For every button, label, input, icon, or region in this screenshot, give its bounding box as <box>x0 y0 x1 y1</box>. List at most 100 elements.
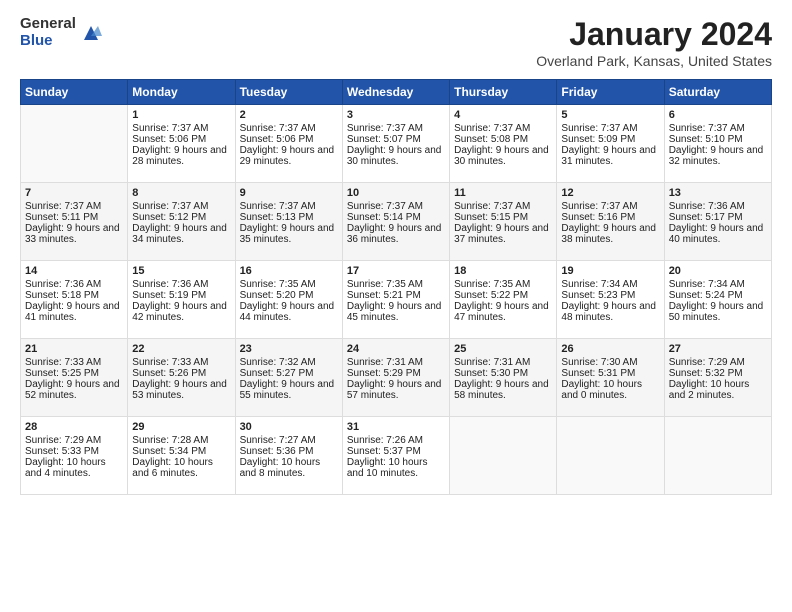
calendar-cell: 11Sunrise: 7:37 AMSunset: 5:15 PMDayligh… <box>450 183 557 261</box>
daylight: Daylight: 9 hours and 55 minutes. <box>240 379 335 401</box>
daylight: Daylight: 9 hours and 57 minutes. <box>347 379 442 401</box>
calendar-cell: 27Sunrise: 7:29 AMSunset: 5:32 PMDayligh… <box>664 339 771 417</box>
sunset: Sunset: 5:06 PM <box>240 134 314 145</box>
calendar-cell: 31Sunrise: 7:26 AMSunset: 5:37 PMDayligh… <box>342 417 449 495</box>
sunset: Sunset: 5:13 PM <box>240 212 314 223</box>
day-number: 8 <box>132 187 230 199</box>
calendar-cell: 22Sunrise: 7:33 AMSunset: 5:26 PMDayligh… <box>128 339 235 417</box>
sunrise: Sunrise: 7:36 AM <box>132 279 208 290</box>
header-day-friday: Friday <box>557 80 664 105</box>
sunrise: Sunrise: 7:29 AM <box>669 357 745 368</box>
sunset: Sunset: 5:20 PM <box>240 290 314 301</box>
sunrise: Sunrise: 7:35 AM <box>454 279 530 290</box>
sunrise: Sunrise: 7:34 AM <box>561 279 637 290</box>
calendar-header: SundayMondayTuesdayWednesdayThursdayFrid… <box>21 80 772 105</box>
day-number: 15 <box>132 265 230 277</box>
calendar-cell <box>450 417 557 495</box>
week-row-1: 1Sunrise: 7:37 AMSunset: 5:06 PMDaylight… <box>21 105 772 183</box>
header-day-saturday: Saturday <box>664 80 771 105</box>
daylight: Daylight: 9 hours and 33 minutes. <box>25 223 120 245</box>
daylight: Daylight: 9 hours and 47 minutes. <box>454 301 549 323</box>
sunset: Sunset: 5:23 PM <box>561 290 635 301</box>
sunset: Sunset: 5:27 PM <box>240 368 314 379</box>
sunrise: Sunrise: 7:37 AM <box>561 123 637 134</box>
daylight: Daylight: 9 hours and 40 minutes. <box>669 223 764 245</box>
header-day-thursday: Thursday <box>450 80 557 105</box>
sunrise: Sunrise: 7:36 AM <box>25 279 101 290</box>
header-day-wednesday: Wednesday <box>342 80 449 105</box>
calendar-cell: 4Sunrise: 7:37 AMSunset: 5:08 PMDaylight… <box>450 105 557 183</box>
daylight: Daylight: 9 hours and 35 minutes. <box>240 223 335 245</box>
sunset: Sunset: 5:22 PM <box>454 290 528 301</box>
day-number: 14 <box>25 265 123 277</box>
day-number: 24 <box>347 343 445 355</box>
day-number: 11 <box>454 187 552 199</box>
logo-icon <box>80 22 102 44</box>
sunset: Sunset: 5:16 PM <box>561 212 635 223</box>
sunrise: Sunrise: 7:33 AM <box>132 357 208 368</box>
sunrise: Sunrise: 7:33 AM <box>25 357 101 368</box>
calendar-cell: 29Sunrise: 7:28 AMSunset: 5:34 PMDayligh… <box>128 417 235 495</box>
day-number: 5 <box>561 109 659 121</box>
location: Overland Park, Kansas, United States <box>536 53 772 69</box>
sunrise: Sunrise: 7:29 AM <box>25 435 101 446</box>
week-row-2: 7Sunrise: 7:37 AMSunset: 5:11 PMDaylight… <box>21 183 772 261</box>
calendar-cell: 12 Sunrise: 7:37 AMSunset: 5:16 PMDayligh… <box>557 183 664 261</box>
daylight: Daylight: 9 hours and 45 minutes. <box>347 301 442 323</box>
day-number: 28 <box>25 421 123 433</box>
sunrise: Sunrise: 7:35 AM <box>347 279 423 290</box>
day-number: 2 <box>240 109 338 121</box>
sunrise: Sunrise: 7:37 AM <box>347 123 423 134</box>
logo-general-text: General <box>20 16 76 33</box>
calendar-body: 1Sunrise: 7:37 AMSunset: 5:06 PMDaylight… <box>21 105 772 495</box>
calendar-cell: 7Sunrise: 7:37 AMSunset: 5:11 PMDaylight… <box>21 183 128 261</box>
day-number: 4 <box>454 109 552 121</box>
sunset: Sunset: 5:32 PM <box>669 368 743 379</box>
day-number: 12 <box>561 187 659 199</box>
sunset: Sunset: 5:36 PM <box>240 446 314 457</box>
calendar-table: SundayMondayTuesdayWednesdayThursdayFrid… <box>20 79 772 495</box>
day-number: 7 <box>25 187 123 199</box>
sunset: Sunset: 5:37 PM <box>347 446 421 457</box>
daylight: Daylight: 9 hours and 41 minutes. <box>25 301 120 323</box>
sunrise: Sunrise: 7:37 AM <box>561 201 637 212</box>
sunrise: Sunrise: 7:37 AM <box>454 123 530 134</box>
calendar-cell <box>557 417 664 495</box>
sunset: Sunset: 5:11 PM <box>25 212 98 223</box>
sunset: Sunset: 5:08 PM <box>454 134 528 145</box>
daylight: Daylight: 10 hours and 0 minutes. <box>561 379 642 401</box>
daylight: Daylight: 10 hours and 6 minutes. <box>132 457 213 479</box>
calendar-cell: 25Sunrise: 7:31 AMSunset: 5:30 PMDayligh… <box>450 339 557 417</box>
sunset: Sunset: 5:12 PM <box>132 212 206 223</box>
calendar-cell: 15Sunrise: 7:36 AMSunset: 5:19 PMDayligh… <box>128 261 235 339</box>
sunrise: Sunrise: 7:31 AM <box>347 357 423 368</box>
day-number: 13 <box>669 187 767 199</box>
daylight: Daylight: 10 hours and 2 minutes. <box>669 379 750 401</box>
calendar-cell <box>664 417 771 495</box>
sunset: Sunset: 5:19 PM <box>132 290 206 301</box>
daylight: Daylight: 9 hours and 28 minutes. <box>132 145 227 167</box>
day-number: 22 <box>132 343 230 355</box>
header-day-monday: Monday <box>128 80 235 105</box>
sunrise: Sunrise: 7:27 AM <box>240 435 316 446</box>
month-title: January 2024 <box>536 16 772 53</box>
week-row-4: 21Sunrise: 7:33 AMSunset: 5:25 PMDayligh… <box>21 339 772 417</box>
day-number: 29 <box>132 421 230 433</box>
sunset: Sunset: 5:29 PM <box>347 368 421 379</box>
sunset: Sunset: 5:26 PM <box>132 368 206 379</box>
daylight: Daylight: 10 hours and 8 minutes. <box>240 457 321 479</box>
calendar-cell: 13Sunrise: 7:36 AMSunset: 5:17 PMDayligh… <box>664 183 771 261</box>
calendar-cell: 1Sunrise: 7:37 AMSunset: 5:06 PMDaylight… <box>128 105 235 183</box>
calendar-cell: 28Sunrise: 7:29 AMSunset: 5:33 PMDayligh… <box>21 417 128 495</box>
daylight: Daylight: 9 hours and 31 minutes. <box>561 145 656 167</box>
daylight: Daylight: 9 hours and 38 minutes. <box>561 223 656 245</box>
day-number: 23 <box>240 343 338 355</box>
calendar-container: General Blue January 2024 Overland Park,… <box>0 0 792 612</box>
calendar-cell: 3Sunrise: 7:37 AMSunset: 5:07 PMDaylight… <box>342 105 449 183</box>
day-number: 9 <box>240 187 338 199</box>
daylight: Daylight: 9 hours and 32 minutes. <box>669 145 764 167</box>
day-number: 26 <box>561 343 659 355</box>
sunrise: Sunrise: 7:37 AM <box>240 123 316 134</box>
sunset: Sunset: 5:15 PM <box>454 212 528 223</box>
week-row-3: 14Sunrise: 7:36 AMSunset: 5:18 PMDayligh… <box>21 261 772 339</box>
